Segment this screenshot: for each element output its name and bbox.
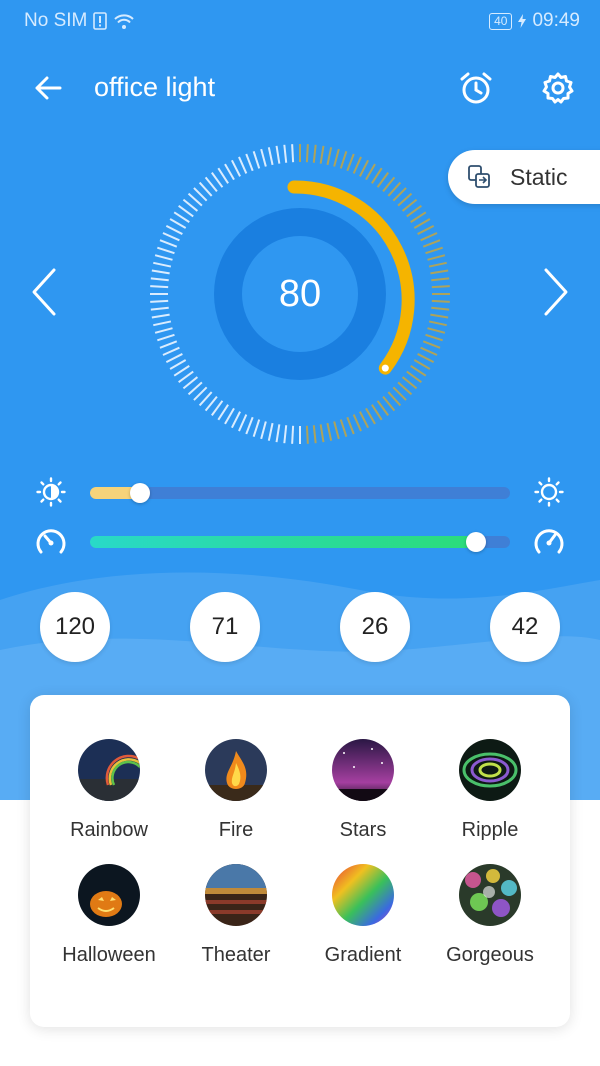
speed-slider[interactable]	[90, 532, 510, 552]
gear-icon	[542, 72, 574, 104]
previous-mode-button[interactable]	[24, 266, 64, 318]
alarm-clock-icon	[460, 72, 492, 104]
brightness-slider[interactable]	[90, 483, 510, 503]
scene-label: Stars	[339, 819, 387, 841]
scene-label: Ripple	[461, 819, 519, 841]
charging-icon	[518, 14, 527, 28]
status-left: No SIM	[24, 10, 135, 32]
next-mode-button[interactable]	[536, 266, 576, 318]
speed-slow-icon	[34, 525, 68, 557]
scene-label: Fire	[218, 819, 254, 841]
scene-grid-card: Rainbow Fire Stars Ripple Halloween Thea…	[30, 695, 570, 1027]
scene-rainbow[interactable]: Rainbow	[46, 739, 172, 849]
brightness-dial[interactable]: 80	[148, 142, 452, 446]
chevron-left-icon	[32, 268, 56, 316]
brightness-low-icon	[34, 476, 68, 508]
brightness-slider-row	[0, 472, 600, 512]
preset-button-3[interactable]: 26	[340, 592, 410, 662]
scene-label: Theater	[201, 944, 271, 966]
sim-alert-icon	[93, 12, 108, 30]
mode-switch-icon	[468, 165, 490, 188]
scene-theater[interactable]: Theater	[173, 864, 299, 974]
scene-halloween[interactable]: Halloween	[46, 864, 172, 974]
gradient-thumbnail	[332, 864, 394, 926]
wifi-icon	[114, 14, 135, 29]
timer-button[interactable]	[454, 66, 498, 110]
scene-label: Gradient	[324, 944, 402, 966]
app-header: office light	[0, 60, 600, 116]
dial-value: 80	[278, 272, 322, 315]
gorgeous-thumbnail	[459, 864, 521, 926]
back-button[interactable]	[28, 68, 68, 108]
speed-slider-row	[0, 521, 600, 561]
speed-slider-fill	[90, 536, 477, 548]
scene-label: Gorgeous	[446, 944, 534, 966]
scene-fire[interactable]: Fire	[173, 739, 299, 849]
status-right: 40 09:49	[489, 10, 580, 32]
halloween-thumbnail	[78, 864, 140, 926]
arrow-left-icon	[35, 76, 62, 100]
fire-thumbnail	[205, 739, 267, 801]
brightness-slider-thumb[interactable]	[130, 483, 151, 503]
settings-button[interactable]	[536, 66, 580, 110]
preset-button-2[interactable]: 71	[190, 592, 260, 662]
speed-slider-thumb[interactable]	[466, 532, 487, 552]
preset-button-1[interactable]: 120	[40, 592, 110, 662]
rainbow-thumbnail	[78, 739, 140, 801]
scene-label: Rainbow	[70, 819, 148, 841]
scene-gradient[interactable]: Gradient	[300, 864, 426, 974]
speed-fast-icon	[532, 525, 566, 557]
theater-thumbnail	[205, 864, 267, 926]
scene-gorgeous[interactable]: Gorgeous	[427, 864, 553, 974]
clock-text: 09:49	[532, 10, 580, 31]
page-title: office light	[94, 72, 216, 102]
preset-button-4[interactable]: 42	[490, 592, 560, 662]
ripple-thumbnail	[459, 739, 521, 801]
mode-selector[interactable]: Static	[448, 150, 600, 204]
stars-thumbnail	[332, 739, 394, 801]
chevron-right-icon	[544, 268, 568, 316]
status-bar: No SIM 40 09:49	[0, 0, 600, 40]
battery-icon: 40	[489, 12, 513, 30]
scene-ripple[interactable]: Ripple	[427, 739, 553, 849]
mode-label: Static	[510, 163, 568, 190]
brightness-high-icon	[532, 476, 566, 508]
scene-stars[interactable]: Stars	[300, 739, 426, 849]
carrier-text: No SIM	[24, 10, 88, 31]
scene-label: Halloween	[62, 944, 156, 966]
